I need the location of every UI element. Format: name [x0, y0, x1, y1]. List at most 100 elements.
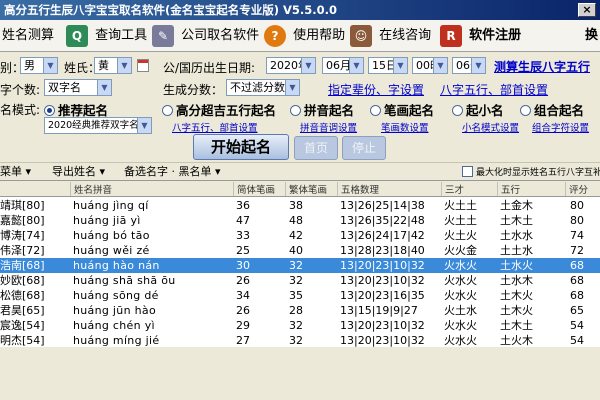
close-button[interactable]: × [578, 3, 596, 17]
charcount-select[interactable]: 双字名 ▼ [44, 79, 112, 96]
table-row[interactable]: 靖琪[80] huáng jìng qí 36 38 13|26|25|14|38 火土土… [0, 198, 600, 213]
wuxing-cell: 土木火 [500, 304, 533, 317]
month-select[interactable]: 06月 ▼ [322, 57, 364, 74]
simplified-strokes-cell: 26 [236, 274, 250, 287]
radio-pinyin[interactable]: 拼音起名 [290, 100, 354, 119]
nickname-sub-link[interactable]: 小名模式设置 [462, 120, 519, 134]
simplified-strokes-cell: 33 [236, 229, 250, 242]
year-select[interactable]: 2020年 ▼ [266, 57, 316, 74]
name-cell: 君昊[65] [0, 304, 45, 317]
radio-dot [452, 105, 463, 116]
score-select[interactable]: 不过滤分数 ▼ [226, 79, 300, 96]
header-score[interactable]: 评分 [565, 182, 600, 196]
table-row[interactable]: 浩南[68] huáng hào nán 30 32 13|20|23|10|32 火水火… [0, 258, 600, 273]
score-cell: 68 [570, 289, 584, 302]
day-select[interactable]: 15日 ▼ [368, 57, 408, 74]
toolbar-label: 姓名测算 [2, 28, 55, 43]
maximize-checkbox[interactable] [462, 166, 473, 177]
traditional-strokes-cell: 32 [289, 259, 303, 272]
combo-sub-link[interactable]: 组合字符设置 [532, 120, 589, 134]
table-row[interactable]: 妙欧[68] huáng shā shā ōu 26 32 13|20|23|10|32… [0, 273, 600, 288]
recommend-select[interactable]: 2020经典推荐双字名 ▼ [44, 117, 152, 134]
bazi-settings-link[interactable]: 八字五行、部首设置 [440, 81, 548, 98]
toolbar-online-consult[interactable]: ☺ 在线咨询 [350, 24, 431, 48]
table-row[interactable]: 明杰[54] huáng míng jié 27 32 13|20|23|10|32 火水… [0, 333, 600, 347]
toolbar-name-test[interactable]: 姓名测算 [2, 24, 54, 48]
chevron-down-icon: ▼ [433, 58, 447, 73]
simplified-strokes-cell: 30 [236, 259, 250, 272]
traditional-strokes-cell: 32 [289, 334, 303, 347]
stop-button[interactable]: 停止 [342, 136, 386, 160]
pinyin-cell: huáng jūn hào [73, 304, 156, 317]
sancai-cell: 火水火 [444, 289, 477, 302]
table-row[interactable]: 松德[68] huáng sōng dé 34 35 13|20|23|16|35 火水火… [0, 288, 600, 303]
name-cell: 嘉懿[80] [0, 214, 45, 227]
toolbar-switch[interactable]: 换 [585, 24, 598, 48]
simplified-strokes-cell: 26 [236, 304, 250, 317]
wuge-cell: 13|26|35|22|48 [340, 214, 425, 227]
pinyin-cell: huáng shā shā ōu [73, 274, 176, 287]
radio-bazi[interactable]: 高分超吉五行起名 [162, 100, 276, 119]
hour-select[interactable]: 00时 ▼ [412, 57, 448, 74]
traditional-strokes-cell: 42 [289, 229, 303, 242]
start-naming-button[interactable]: 开始起名 [193, 134, 289, 160]
pinyin-cell: huáng míng jié [73, 334, 160, 347]
sancai-cell: 火水火 [444, 334, 477, 347]
header-simplified-strokes[interactable]: 简体笔画 [233, 182, 285, 196]
header-traditional-strokes[interactable]: 繁体笔画 [285, 182, 337, 196]
pinyin-cell: huáng hào nán [73, 259, 160, 272]
gender-select[interactable]: 男 ▼ [20, 57, 58, 74]
calendar-icon[interactable] [137, 59, 149, 72]
minute-select[interactable]: 06分 ▼ [452, 57, 486, 74]
charcount-value: 双字名 [48, 81, 81, 94]
birthdate-label: 公/国历出生日期: [163, 61, 256, 75]
wuge-cell: 13|20|23|10|32 [340, 274, 425, 287]
maximize-label: 最大化时显示姓名五行八字互补图 [476, 168, 600, 178]
chevron-down-icon: ▼ [117, 58, 131, 73]
radio-nickname[interactable]: 起小名 [452, 100, 504, 119]
home-button[interactable]: 首页 [294, 136, 338, 160]
help-icon: ? [264, 25, 286, 47]
toolbar-help[interactable]: ? 使用帮助 [264, 24, 345, 48]
table-row[interactable]: 伟泽[72] huáng wěi zé 25 40 13|28|23|18|40 火火金 土… [0, 243, 600, 258]
menu-dropdown[interactable]: 菜单 ▾ [0, 164, 31, 180]
surname-select[interactable]: 黄 ▼ [94, 57, 132, 74]
sancai-cell: 火火金 [444, 244, 477, 257]
toolbar-company-naming[interactable]: ✎ 公司取名软件 [152, 24, 259, 48]
pinyin-sub-link[interactable]: 拼音音调设置 [300, 120, 357, 134]
wuge-cell: 13|15|19|9|27 [340, 304, 418, 317]
bazi-calc-link[interactable]: 测算生辰八字五行 [494, 58, 590, 75]
bazi-sub-link[interactable]: 八字五行、部首设置 [172, 120, 258, 134]
header-sancai[interactable]: 三才 [441, 182, 497, 196]
table-row[interactable]: 君昊[65] huáng jūn hào 26 28 13|15|19|9|27 火土水 土… [0, 303, 600, 318]
header-wuxing[interactable]: 五行 [497, 182, 565, 196]
consultant-icon: ☺ [350, 25, 372, 47]
generation-settings-link[interactable]: 指定辈份、字设置 [328, 81, 424, 98]
chevron-down-icon: ▼ [285, 80, 299, 95]
score-label: 生成分数： [163, 83, 224, 97]
traditional-strokes-cell: 38 [289, 199, 303, 212]
stroke-sub-link[interactable]: 笔画数设置 [381, 120, 429, 134]
simplified-strokes-cell: 34 [236, 289, 250, 302]
wuxing-cell: 土水木 [500, 274, 533, 287]
header-pinyin[interactable]: 姓名拼音 [70, 182, 230, 196]
radio-stroke[interactable]: 笔画起名 [370, 100, 434, 119]
toolbar-register[interactable]: R 软件注册 [440, 24, 521, 48]
table-row[interactable]: 嘉懿[80] huáng jiā yì 47 48 13|26|35|22|48 火土土 土… [0, 213, 600, 228]
chevron-down-icon: ▼ [349, 58, 363, 73]
traditional-strokes-cell: 32 [289, 274, 303, 287]
radio-label: 推荐起名 [58, 103, 109, 118]
wuxing-cell: 土土水 [500, 244, 533, 257]
toolbar-query-tools[interactable]: Q 查询工具 [66, 24, 147, 48]
toolbar-label: 在线咨询 [379, 28, 432, 43]
simplified-strokes-cell: 47 [236, 214, 250, 227]
table-row[interactable]: 宸逸[54] huáng chén yì 29 32 13|20|23|10|32 火水火… [0, 318, 600, 333]
pinyin-cell: huáng bó tāo [73, 229, 150, 242]
filter-dropdown[interactable]: 备选名字 · 黑名单 ▾ [124, 164, 221, 180]
header-wuge[interactable]: 五格数理 [337, 182, 441, 196]
export-names-dropdown[interactable]: 导出姓名 ▾ [52, 164, 105, 180]
radio-combo[interactable]: 组合起名 [520, 100, 584, 119]
table-row[interactable]: 博涛[74] huáng bó tāo 33 42 13|26|24|17|42 火土火 土… [0, 228, 600, 243]
wuge-cell: 13|20|23|10|32 [340, 334, 425, 347]
radio-label: 组合起名 [534, 103, 585, 118]
